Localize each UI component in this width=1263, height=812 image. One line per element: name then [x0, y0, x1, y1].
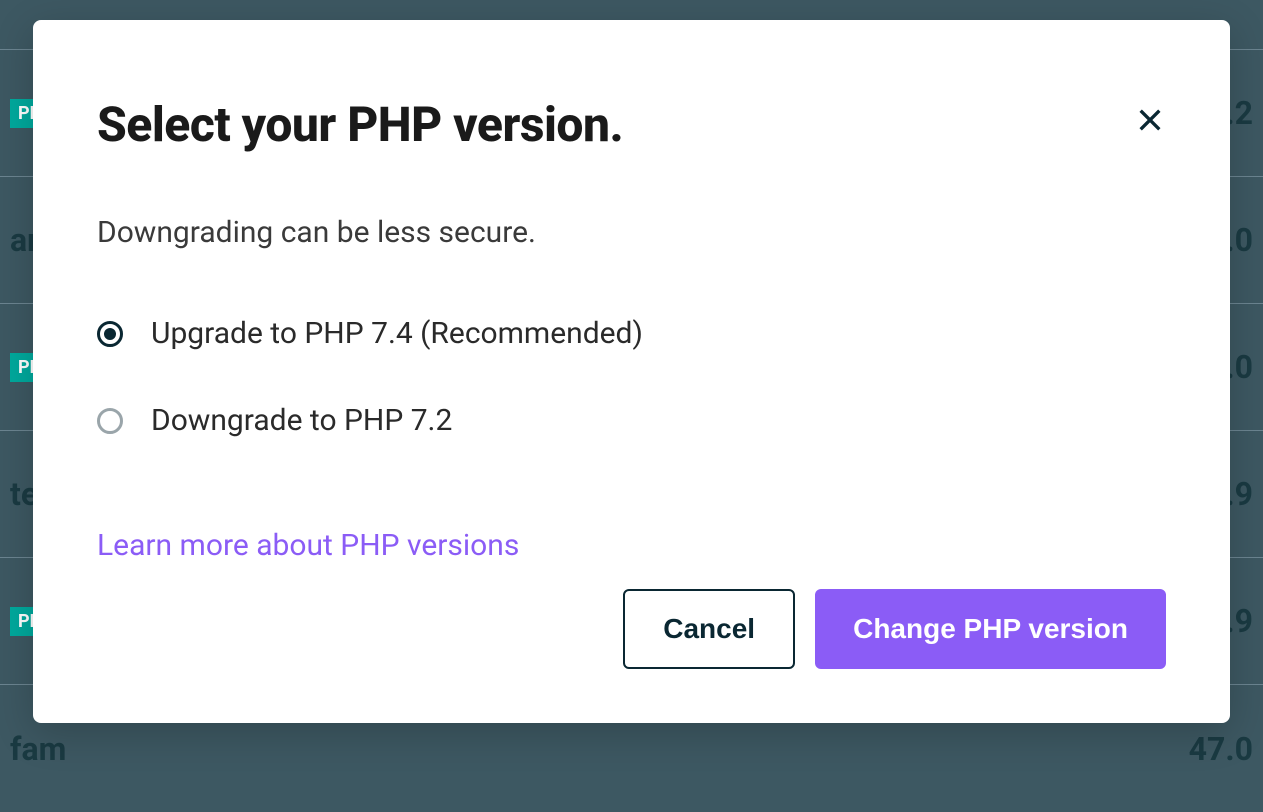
radio-icon — [97, 408, 123, 434]
modal-subtitle: Downgrading can be less secure. — [97, 215, 1166, 250]
modal-header: Select your PHP version. — [97, 96, 1166, 153]
radio-label: Downgrade to PHP 7.2 — [151, 403, 452, 438]
modal-title: Select your PHP version. — [97, 96, 623, 153]
bg-label: fam — [10, 730, 66, 768]
bg-value: 47.0 — [1189, 730, 1253, 768]
radio-option-upgrade[interactable]: Upgrade to PHP 7.4 (Recommended) — [97, 316, 1166, 351]
php-version-radio-group: Upgrade to PHP 7.4 (Recommended) Downgra… — [97, 316, 1166, 490]
radio-icon — [97, 321, 123, 347]
radio-label: Upgrade to PHP 7.4 (Recommended) — [151, 316, 643, 351]
close-icon — [1134, 104, 1166, 136]
radio-dot-icon — [104, 328, 116, 340]
close-button[interactable] — [1126, 96, 1174, 144]
change-php-version-button[interactable]: Change PHP version — [815, 589, 1166, 669]
learn-more-link[interactable]: Learn more about PHP versions — [97, 528, 1166, 563]
php-version-modal: Select your PHP version. Downgrading can… — [33, 20, 1230, 723]
radio-option-downgrade[interactable]: Downgrade to PHP 7.2 — [97, 403, 1166, 438]
modal-footer: Cancel Change PHP version — [97, 589, 1166, 669]
cancel-button[interactable]: Cancel — [623, 589, 795, 669]
